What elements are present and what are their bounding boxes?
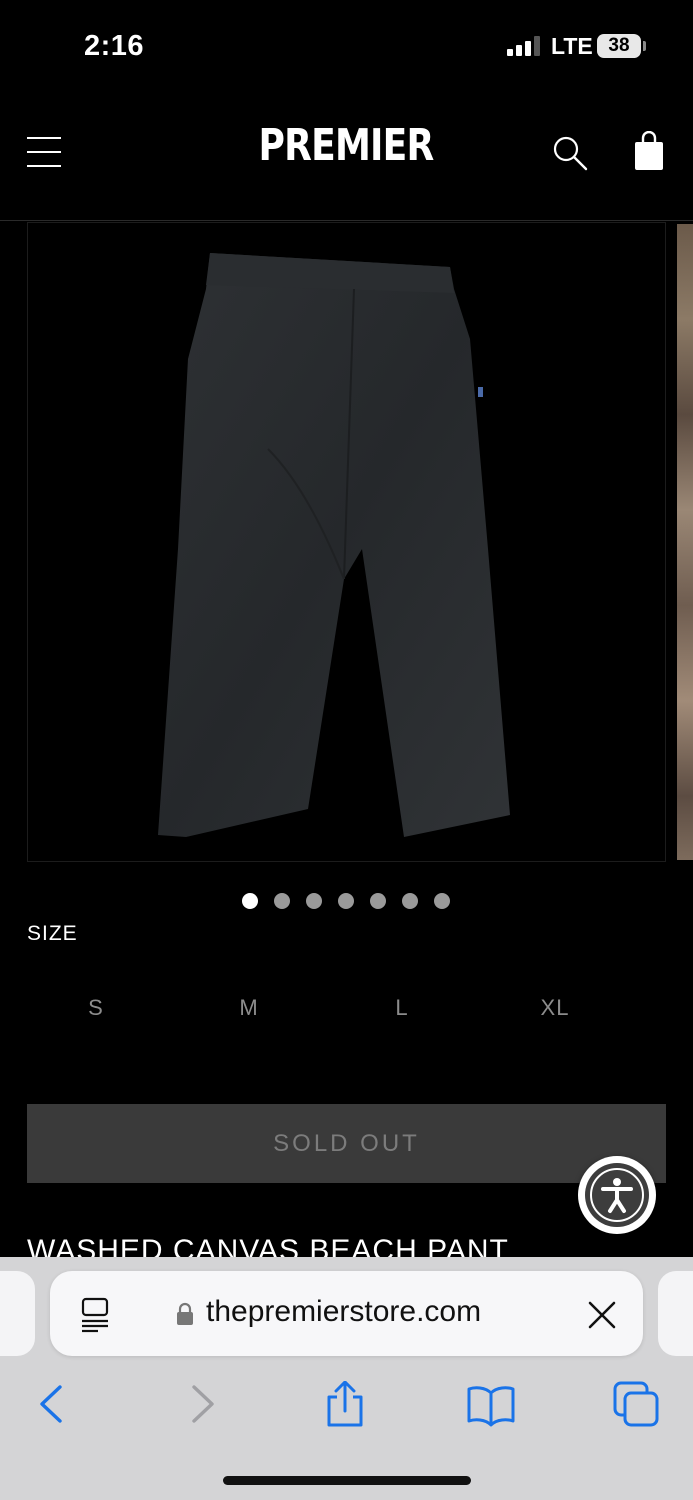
battery-tip xyxy=(643,41,646,51)
status-time: 2:16 xyxy=(84,30,145,62)
hamburger-icon[interactable] xyxy=(27,137,61,167)
shopping-bag-icon[interactable] xyxy=(633,131,665,171)
network-type: LTE xyxy=(551,33,593,59)
pagination-dot[interactable] xyxy=(434,893,450,909)
chevron-right-icon[interactable] xyxy=(176,1381,228,1427)
size-option-l[interactable]: L xyxy=(362,995,442,1021)
address-bar[interactable]: thepremierstore.com xyxy=(50,1271,643,1356)
lock-icon xyxy=(177,1302,193,1325)
pagination-dot[interactable] xyxy=(370,893,386,909)
product-image xyxy=(158,253,510,837)
pagination-dot[interactable] xyxy=(338,893,354,909)
pagination-dot[interactable] xyxy=(274,893,290,909)
search-icon[interactable] xyxy=(552,135,588,171)
book-icon[interactable] xyxy=(465,1381,517,1427)
size-selector: S M L XL xyxy=(27,995,666,1029)
accessibility-icon xyxy=(590,1168,644,1222)
browser-toolbar xyxy=(0,1367,693,1437)
browser-bottom-bar: thepremierstore.com xyxy=(0,1257,693,1500)
next-image-peek[interactable] xyxy=(677,224,693,860)
signal-icon xyxy=(507,36,541,56)
accessibility-button[interactable] xyxy=(578,1156,656,1234)
product-title: WASHED CANVAS BEACH PANT xyxy=(27,1234,509,1258)
site-logo[interactable]: PREMIER xyxy=(256,120,436,171)
tabs-icon[interactable] xyxy=(611,1381,663,1427)
sold-out-button[interactable]: SOLD OUT xyxy=(27,1104,666,1183)
share-icon[interactable] xyxy=(319,1381,371,1427)
size-option-m[interactable]: M xyxy=(209,995,289,1021)
pagination-dot[interactable] xyxy=(306,893,322,909)
close-icon[interactable] xyxy=(588,1301,616,1329)
size-option-xl[interactable]: XL xyxy=(515,995,595,1021)
site-header: PREMIER xyxy=(0,95,693,221)
previous-tab-pill[interactable] xyxy=(0,1271,35,1356)
size-label: SIZE xyxy=(27,922,78,945)
gallery-pagination[interactable] xyxy=(242,893,450,909)
url-text: thepremierstore.com xyxy=(206,1295,482,1328)
battery-icon: 38 xyxy=(597,34,641,58)
pagination-dot[interactable] xyxy=(242,893,258,909)
pagination-dot[interactable] xyxy=(402,893,418,909)
chevron-left-icon[interactable] xyxy=(26,1381,78,1427)
reader-mode-icon[interactable] xyxy=(80,1297,110,1333)
product-image-gallery[interactable] xyxy=(27,222,666,862)
home-indicator xyxy=(223,1476,471,1485)
next-tab-pill[interactable] xyxy=(658,1271,693,1356)
size-option-s[interactable]: S xyxy=(56,995,136,1021)
status-bar: 2:16 LTE 38 xyxy=(0,0,693,95)
